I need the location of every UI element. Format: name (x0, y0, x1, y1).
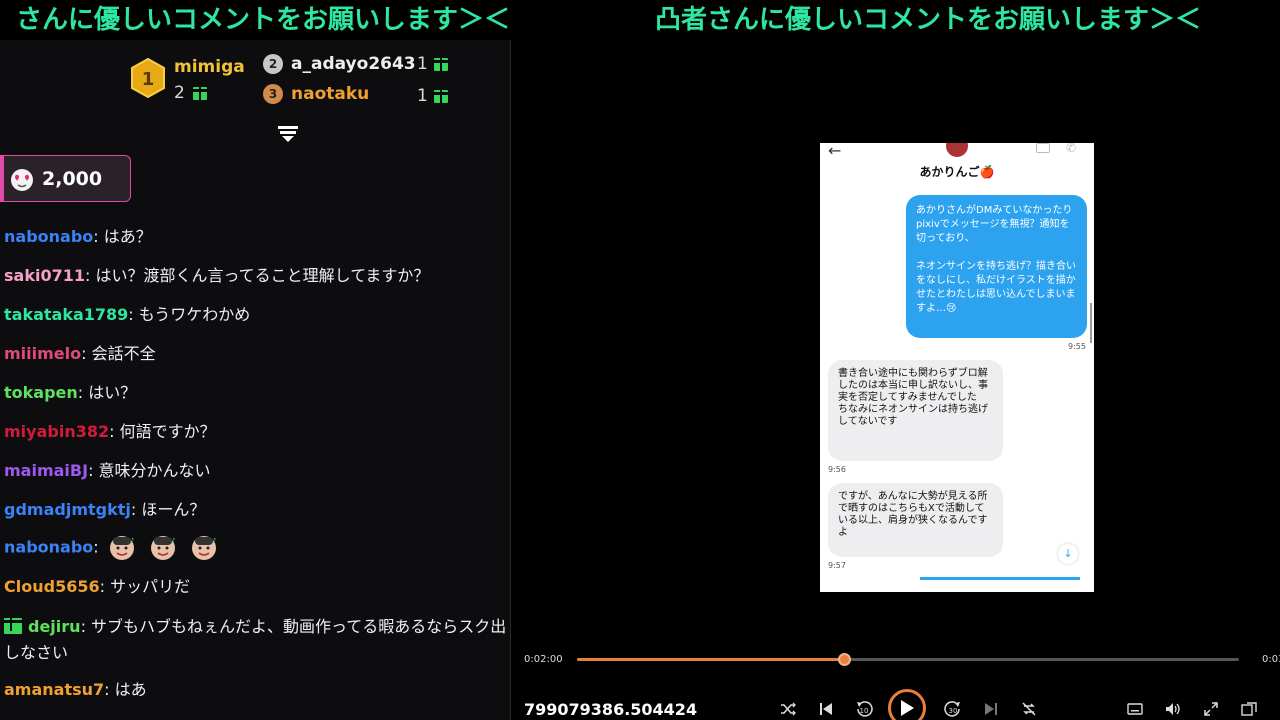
message-time: 9:55 (1068, 342, 1086, 351)
gift-icon (432, 89, 449, 103)
message-time: 9:56 (828, 465, 846, 474)
chat-username[interactable]: amanatsu7 (4, 680, 104, 699)
face-emote-icon: ♪ (191, 536, 216, 560)
end-time: 0:03: (1262, 654, 1280, 665)
chat-username[interactable]: miiimelo (4, 344, 81, 363)
chat-text: はあ？ (103, 227, 152, 246)
gift-icon (432, 57, 449, 71)
phone-call-icon: ✆ (1066, 143, 1077, 155)
chat-username[interactable]: nabonabo (4, 227, 93, 246)
next-icon[interactable] (981, 699, 1001, 719)
face-emote-icon: ♪ (150, 536, 175, 560)
chat-username[interactable]: tokapen (4, 383, 78, 402)
fullscreen-icon[interactable] (1201, 699, 1221, 719)
player-controls: 0:02:00 0:03: 799079386.504424 10 30 (511, 645, 1280, 720)
chat-message: dejiru: サブもハブもねぇんだよ、動画作ってる暇あるならスク出しなさい (3, 617, 507, 662)
gold-medal-icon: 1 (131, 58, 165, 98)
chat-message: Cloud5656: サッパリだ (4, 577, 191, 596)
chat-message: takataka1789: もうワケわかめ (4, 305, 251, 324)
hype-counter[interactable]: 2,000 (0, 155, 131, 202)
video-call-icon (1036, 143, 1050, 153)
incoming-message: 書き合い途中にも関わらずブロ解したのは本当に申し訳ないし、事実を否定してすみませ… (828, 360, 1003, 461)
chat-text: サッパリだ (110, 577, 191, 596)
svg-text:♪: ♪ (212, 537, 216, 545)
leaderboard-third[interactable]: 3 naotaku (263, 84, 369, 104)
silver-medal-icon: 2 (263, 54, 283, 74)
leaderboard-first-name[interactable]: mimiga (174, 57, 245, 77)
face-emote-icon: ♪ (109, 536, 134, 560)
banner-left: さんに優しいコメントをお願いします＞＜ (15, 5, 510, 35)
forward-30-icon[interactable]: 30 (943, 699, 963, 719)
current-time: 0:02:00 (524, 654, 563, 665)
chat-message: miyabin382: 何語ですか？ (4, 422, 216, 441)
chat-message: nabonabo: ♪ ♪ ♪ (4, 534, 510, 562)
bronze-medal-icon: 3 (263, 84, 283, 104)
leaderboard-second-count: 1 (417, 54, 449, 74)
chat-text: はい？ (88, 383, 137, 402)
seek-progress (577, 658, 844, 661)
shuffle-icon[interactable] (778, 699, 798, 719)
chat-username[interactable]: saki0711 (4, 266, 85, 285)
leaderboard-third-count: 1 (417, 86, 449, 106)
chat-text: もうワケわかめ (138, 305, 251, 324)
chat-message: nabonabo: はあ？ (4, 227, 152, 246)
chat-username[interactable]: dejiru (28, 617, 81, 636)
stat-readout: 799079386.504424 (524, 700, 698, 719)
chat-text: ほーん？ (141, 500, 206, 519)
leaderboard-second[interactable]: 2 a_adayo2643 (263, 54, 416, 74)
chat-username[interactable]: gdmadjmtgktj (4, 500, 131, 519)
svg-text:♪: ♪ (171, 537, 175, 545)
chat-username[interactable]: Cloud5656 (4, 577, 100, 596)
picture-in-picture-icon[interactable] (1239, 699, 1259, 719)
chat-text: 何語ですか？ (119, 422, 216, 441)
chat-message: tokapen: はい？ (4, 383, 137, 402)
incoming-message: ですが、あんなに大勢が見える所で晒すのはこちらもXで活動している以上、肩身が狭く… (828, 483, 1003, 557)
contact-name: あかりんご🍎 (919, 165, 995, 179)
hype-amount: 2,000 (42, 167, 103, 190)
chat-text: はあ (114, 680, 147, 699)
svg-text:1: 1 (142, 69, 155, 90)
banner-right: 凸者さんに優しいコメントをお願いします＞＜ (655, 5, 1202, 35)
collapse-leaderboard-icon[interactable] (277, 125, 299, 143)
chat-message: miiimelo: 会話不全 (4, 344, 156, 363)
next-message-edge (920, 577, 1080, 580)
chat-panel: 1 mimiga 2 2 a_adayo2643 1 3 naotaku 1 2… (0, 40, 510, 720)
message-time: 9:57 (828, 561, 846, 570)
heart-eyes-emote-icon (11, 168, 33, 191)
back-arrow-icon: ← (828, 143, 842, 160)
hype-bar (0, 156, 4, 201)
scroll-down-icon: ↓ (1058, 544, 1078, 564)
seek-thumb[interactable] (837, 653, 851, 666)
chat-message: amanatsu7: はあ (4, 680, 147, 699)
svg-text:♪: ♪ (130, 537, 134, 545)
chat-message: maimaiBJ: 意味分かんない (4, 461, 211, 480)
chat-text: 会話不全 (91, 344, 156, 363)
rewind-10-icon[interactable]: 10 (854, 699, 874, 719)
previous-icon[interactable] (816, 699, 836, 719)
seek-bar[interactable] (577, 653, 1239, 666)
phone-screenshot: ← ✆ あかりんご🍎 あかりさんがDMみていなかったり pixivでメッセージを… (820, 143, 1094, 592)
subscriber-badge-icon (3, 618, 23, 634)
chat-username[interactable]: maimaiBJ (4, 461, 88, 480)
contact-avatar (946, 143, 968, 157)
svg-text:10: 10 (860, 707, 869, 715)
gift-icon (191, 86, 208, 100)
chat-username[interactable]: nabonabo (4, 538, 93, 557)
chat-text: 意味分かんない (98, 461, 211, 480)
chat-username[interactable]: takataka1789 (4, 305, 128, 324)
svg-text:30: 30 (949, 707, 958, 715)
outgoing-message: あかりさんがDMみていなかったり pixivでメッセージを無視？通知を切っており… (906, 195, 1087, 338)
phone-scrollbar (1090, 303, 1092, 343)
repeat-off-icon[interactable] (1019, 699, 1039, 719)
chat-message: saki0711: はい？渡部くん言ってること理解してますか？ (4, 266, 430, 285)
chat-message: gdmadjmtgktj: ほーん？ (4, 500, 206, 519)
subtitles-icon[interactable] (1125, 699, 1145, 719)
chat-text: はい？渡部くん言ってること理解してますか？ (95, 266, 430, 285)
play-button[interactable] (888, 689, 926, 720)
leaderboard-first-count: 2 (174, 83, 208, 103)
volume-icon[interactable] (1163, 699, 1183, 719)
chat-username[interactable]: miyabin382 (4, 422, 109, 441)
